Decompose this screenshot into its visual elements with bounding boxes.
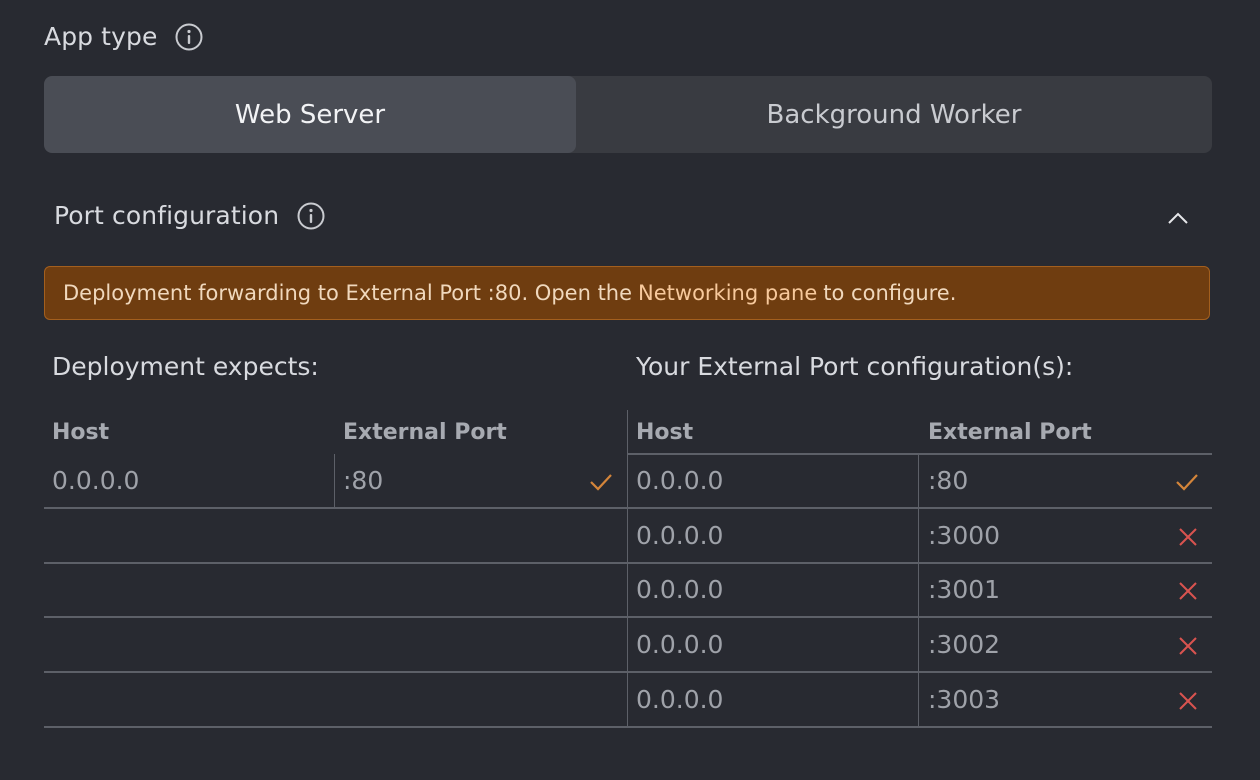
external-host-cell: 0.0.0.0 (636, 466, 724, 495)
networking-pane-link[interactable]: Networking pane (638, 281, 817, 305)
banner-text-suffix: to configure. (823, 281, 957, 305)
web-server-option[interactable]: Web Server (44, 76, 576, 153)
external-host-cell: 0.0.0.0 (636, 630, 724, 659)
app-settings-panel: App type Web Server Background Worker Po… (0, 0, 1260, 780)
check-icon (1174, 469, 1200, 495)
external-port-cell: :3000 (928, 521, 1001, 550)
external-port-cell: :3002 (928, 630, 1001, 659)
row-rule (44, 562, 1212, 564)
expects-host-cell: 0.0.0.0 (52, 466, 140, 495)
row-rule (44, 726, 1212, 728)
expects-port-header: External Port (343, 420, 507, 445)
header-rule (627, 453, 1212, 455)
column-divider (334, 454, 335, 508)
background-worker-option[interactable]: Background Worker (576, 76, 1212, 153)
x-icon (1175, 688, 1201, 714)
external-host-cell: 0.0.0.0 (636, 575, 724, 604)
row-rule (44, 616, 1212, 618)
external-host-cell: 0.0.0.0 (636, 685, 724, 714)
external-host-header: Host (636, 420, 694, 445)
app-type-toggle: Web Server Background Worker (44, 76, 1212, 153)
table-divider (627, 410, 628, 727)
external-host-cell: 0.0.0.0 (636, 521, 724, 550)
external-config-title: Your External Port configuration(s): (636, 352, 1074, 381)
expects-port-cell: :80 (343, 466, 384, 495)
forwarding-warning-banner: Deployment forwarding to External Port :… (44, 266, 1210, 320)
row-rule (44, 507, 1212, 509)
x-icon (1175, 578, 1201, 604)
column-divider (918, 454, 919, 727)
external-port-header: External Port (928, 420, 1092, 445)
row-rule (44, 671, 1212, 673)
app-type-heading: App type (44, 22, 203, 51)
chevron-up-icon[interactable] (1162, 204, 1194, 232)
port-configuration-heading: Port configuration (54, 201, 325, 230)
app-type-label: App type (44, 22, 158, 51)
check-icon (588, 469, 614, 495)
external-port-cell: :3003 (928, 685, 1001, 714)
external-port-cell: :3001 (928, 575, 1001, 604)
info-icon[interactable] (175, 23, 203, 51)
port-tables: Host External Port Host External Port 0.… (44, 410, 1212, 730)
x-icon (1175, 633, 1201, 659)
info-icon[interactable] (297, 202, 325, 230)
x-icon (1175, 524, 1201, 550)
port-configuration-label: Port configuration (54, 201, 280, 230)
external-port-cell: :80 (928, 466, 969, 495)
expects-host-header: Host (52, 420, 110, 445)
deployment-expects-title: Deployment expects: (52, 352, 319, 381)
banner-text: Deployment forwarding to External Port :… (63, 281, 633, 305)
